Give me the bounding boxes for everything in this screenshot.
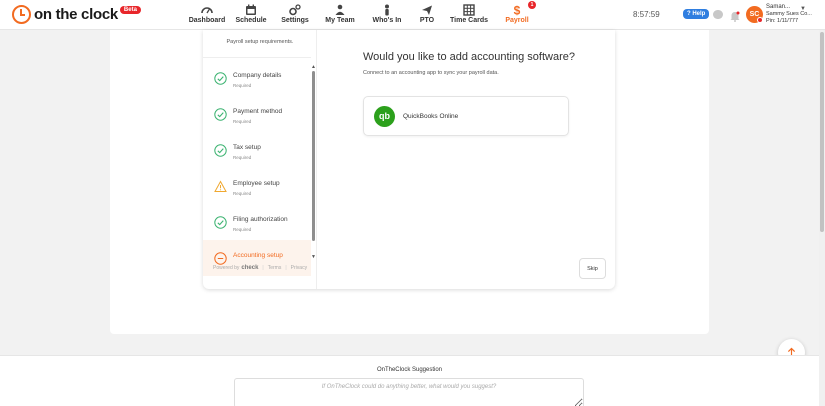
step-text: Filing authorization Required [233,216,288,232]
setup-sidebar: Payroll setup requirements. Company deta… [203,30,317,289]
nav-pto[interactable]: PTO [410,3,444,24]
page-subtitle: Connect to an accounting app to sync you… [363,70,499,76]
logo-text: on the clock [34,6,118,23]
bell-icon[interactable] [730,9,740,22]
step-text: Tax setup Required [233,144,261,160]
sidebar-scrollbar[interactable]: ▲ ▼ [311,64,316,262]
person-icon [380,3,394,16]
nav-label: Settings [281,17,309,24]
check-circle-icon [214,72,227,85]
check-circle-icon [214,144,227,157]
step-label: Company details [233,72,282,79]
step-payment-method[interactable]: Payment method Required [203,96,311,132]
step-sub: Required [233,227,252,232]
step-employee-setup[interactable]: Employee setup Required [203,168,311,204]
sidebar-scrollbar-thumb[interactable] [312,71,315,241]
help-button[interactable]: ? Help [683,9,710,19]
gauge-icon [200,3,214,16]
step-label: Employee setup [233,180,280,187]
nav-label: Time Cards [450,17,488,24]
powered-by: Powered by check | Terms | Privacy [213,265,307,271]
check-brand: check [241,265,259,271]
check-circle-icon [214,216,227,229]
status-dot [757,17,763,23]
beta-badge: Beta [119,6,141,14]
privacy-link[interactable]: Privacy [291,265,307,271]
plane-icon [420,3,434,16]
chat-icon[interactable] [713,10,723,19]
nav-label: Dashboard [188,17,226,24]
step-text: Accounting setup [233,252,283,260]
powered-by-text: Powered by [213,265,240,271]
step-text: Payment method Required [233,108,282,124]
setup-steps: Company details Required Payment method … [203,60,311,276]
warning-icon [214,180,227,192]
nav-dashboard[interactable]: Dashboard [186,3,228,24]
nav-settings[interactable]: Settings [274,3,316,24]
nav-label: Who's In [372,17,402,24]
step-sub: Required [233,119,252,124]
calendar-icon [244,3,258,16]
svg-text:$: $ [514,4,521,16]
divider: | [262,265,264,271]
step-label: Accounting setup [233,252,283,259]
nav-whos-in[interactable]: Who's In [364,3,410,24]
suggestion-footer: OnTheClock Suggestion [0,355,819,406]
step-tax-setup[interactable]: Tax setup Required [203,132,311,168]
nav-schedule[interactable]: Schedule [228,3,274,24]
top-nav-bar: on the clock Beta Dashboard Schedule Set… [0,0,825,30]
clock-logo-icon [12,5,31,24]
step-label: Tax setup [233,144,261,151]
nav-label: Payroll [505,17,529,24]
grid-icon [462,3,476,16]
chevron-down-icon[interactable]: ▼ [800,6,806,12]
sidebar-header: Payroll setup requirements. [226,39,294,45]
step-label: Payment method [233,108,283,115]
page-title: Would you like to add accounting softwar… [363,51,575,63]
suggestion-input[interactable] [234,378,584,406]
step-sub: Required [233,155,252,160]
quickbooks-logo-icon: qb [374,105,395,127]
nav-label: Schedule [235,17,267,24]
team-icon [333,3,347,16]
clock-time: 8:57:59 [633,10,660,19]
skip-button[interactable]: Skip [579,258,606,279]
gears-icon [288,3,302,16]
page-scrollbar[interactable] [819,30,825,406]
terms-link[interactable]: Terms [268,265,282,271]
app-logo[interactable]: on the clock Beta [12,5,141,24]
quickbooks-option[interactable]: qb QuickBooks Online [363,96,569,136]
setup-content: Would you like to add accounting softwar… [317,30,615,289]
nav-payroll[interactable]: $ 1 Payroll [494,1,540,24]
payroll-setup-card: Payroll setup requirements. Company deta… [203,30,615,289]
dollar-icon: $ [510,3,524,16]
current-step-icon [214,252,227,265]
step-sub: Required [233,83,252,88]
step-company-details[interactable]: Company details Required [203,60,311,96]
company-name: Sammy Sues Co... [766,11,812,17]
step-label: Filing authorization [233,216,288,223]
step-text: Employee setup Required [233,180,280,196]
nav-label: PTO [419,17,435,24]
nav-label: My Team [325,17,355,24]
main-nav: Dashboard Schedule Settings My Team Who'… [186,1,540,24]
step-sub: Required [233,191,252,196]
scroll-up-icon[interactable]: ▲ [311,64,316,70]
step-filing-authorization[interactable]: Filing authorization Required [203,204,311,240]
divider: | [285,265,287,271]
nav-my-team[interactable]: My Team [316,3,364,24]
page-scrollbar-thumb[interactable] [820,32,824,232]
check-circle-icon [214,108,227,121]
divider [203,57,311,58]
payroll-badge: 1 [528,1,536,9]
user-pin: Pin: 1/11/777 [766,18,799,24]
suggestion-title: OnTheClock Suggestion [376,367,443,373]
option-label: QuickBooks Online [403,112,459,120]
nav-time-cards[interactable]: Time Cards [444,3,494,24]
scroll-down-icon[interactable]: ▼ [311,254,316,260]
step-text: Company details Required [233,72,281,88]
